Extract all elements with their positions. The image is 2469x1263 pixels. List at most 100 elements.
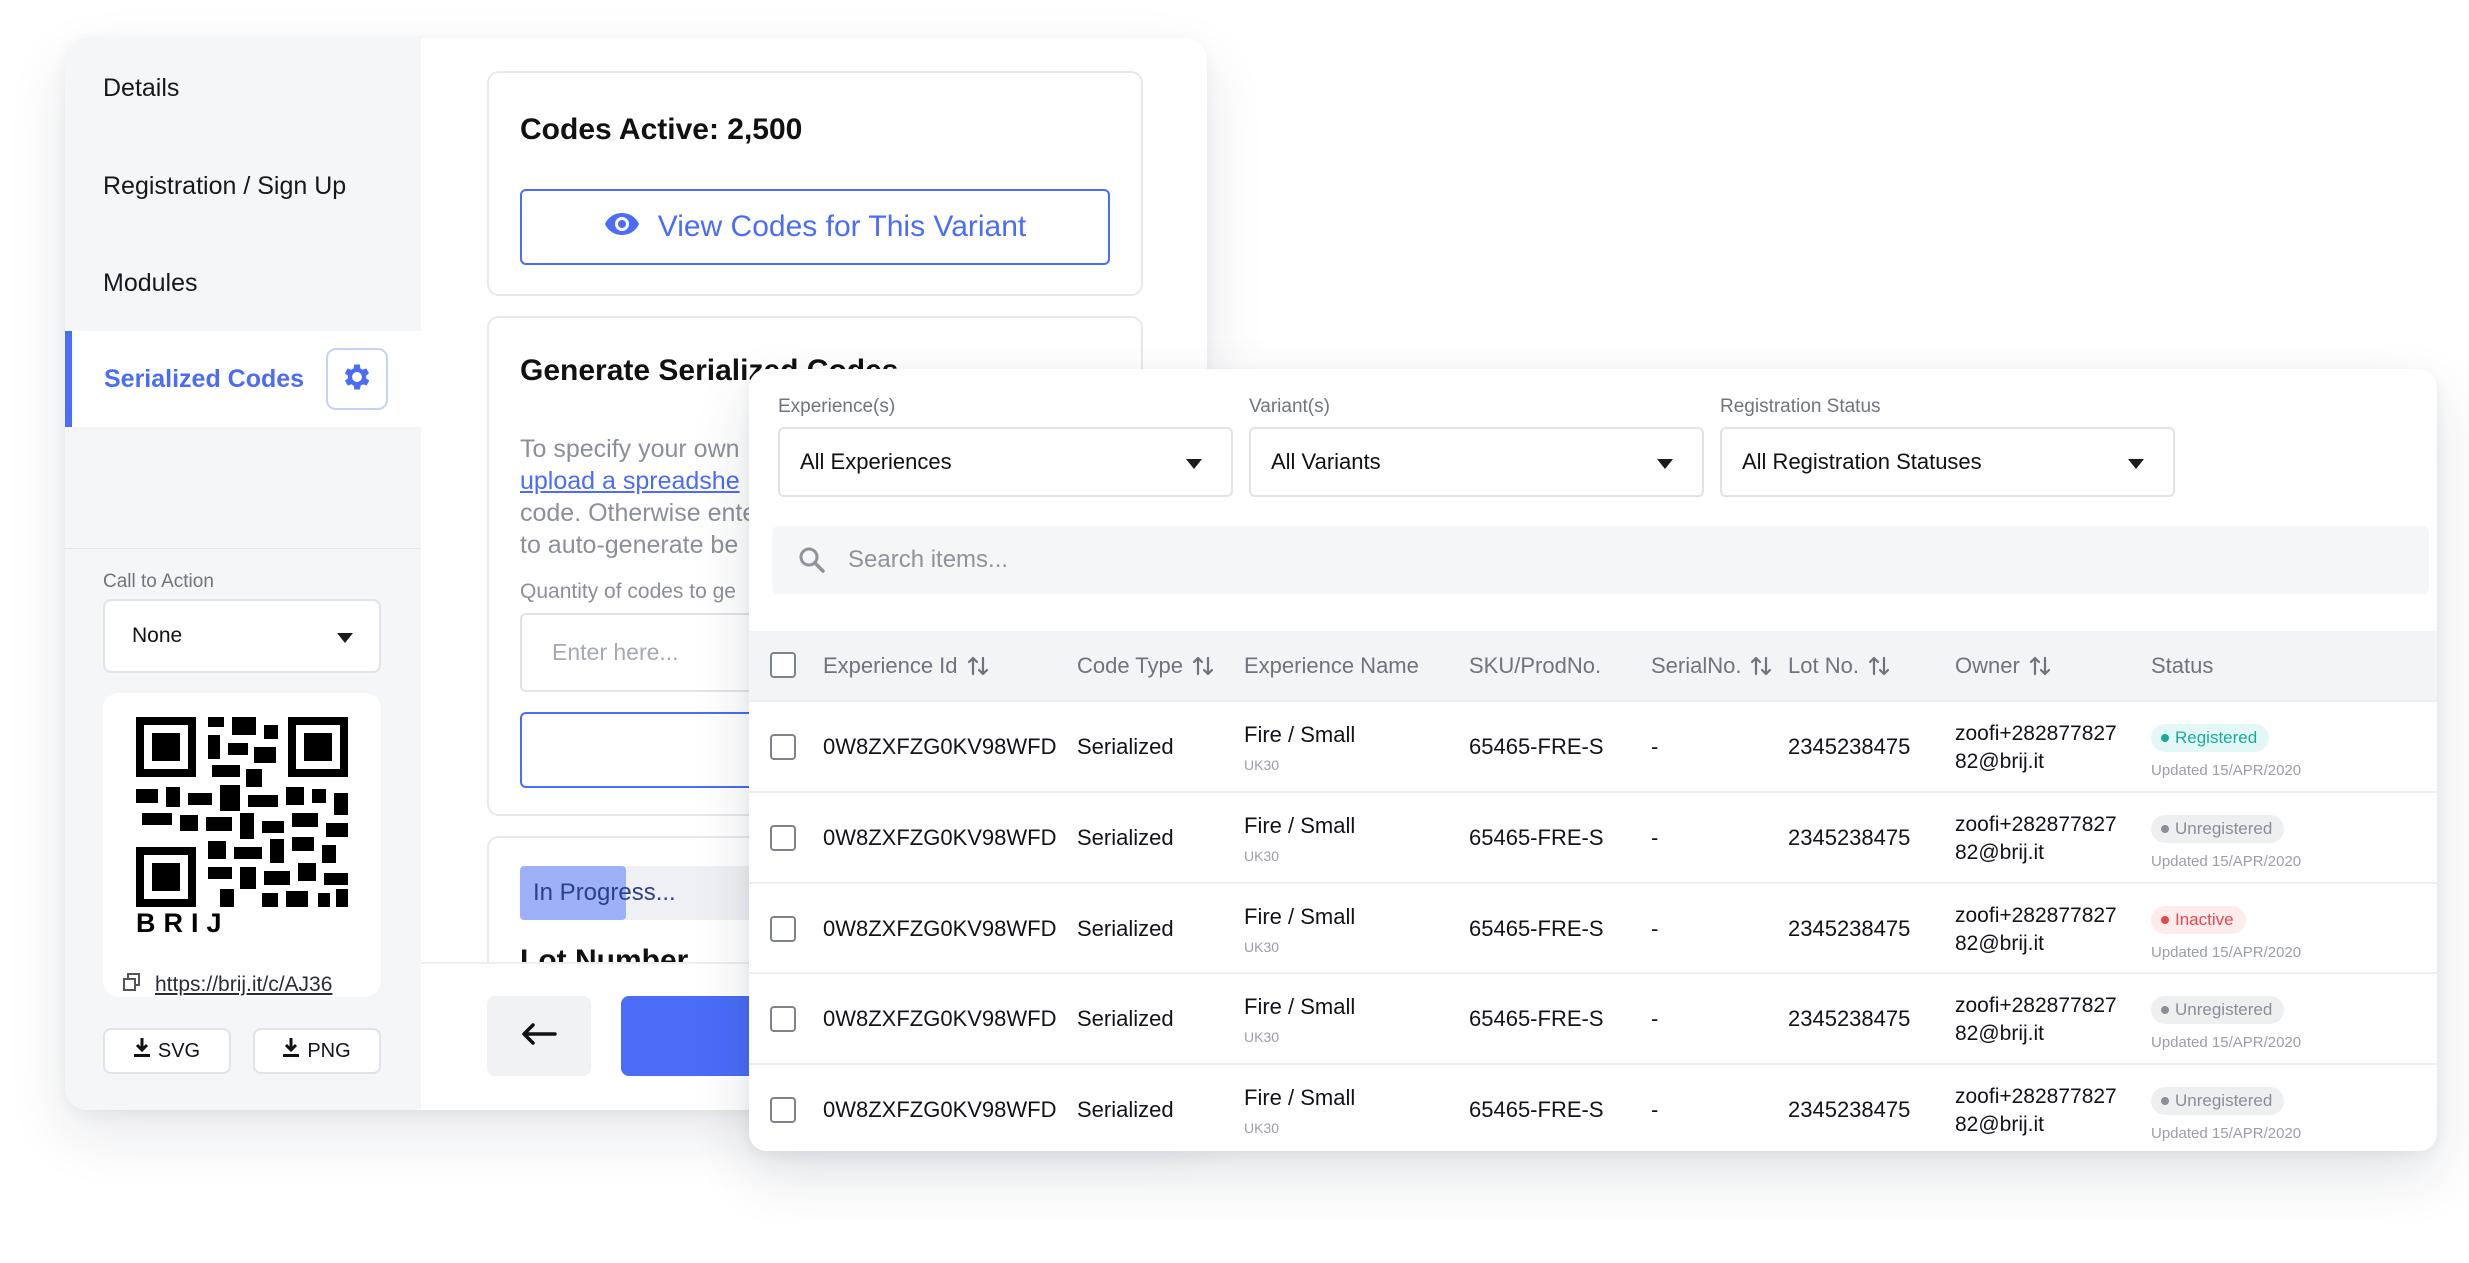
- serial-cell: -: [1651, 734, 1659, 759]
- status-updated-date: Updated 15/APR/2020: [2151, 762, 2302, 779]
- qr-code-card: BRIJ: [103, 693, 381, 997]
- sidebar-item-details[interactable]: Details: [65, 38, 421, 138]
- row-checkbox[interactable]: [770, 734, 796, 760]
- row-checkbox[interactable]: [770, 1006, 796, 1032]
- experience-name-cell: Fire / Small: [1244, 994, 1356, 1019]
- column-label: Experience Id: [823, 652, 958, 678]
- select-all-checkbox[interactable]: [770, 652, 796, 678]
- status-badge-label: Registered: [2175, 728, 2258, 747]
- chevron-down-icon: [1657, 459, 1673, 469]
- experience-filter-select[interactable]: All Experiences: [778, 427, 1233, 497]
- column-label: Code Type: [1077, 652, 1184, 678]
- sku-cell: 65465-FRE-S: [1469, 734, 1604, 759]
- owner-line: 82@brij.it: [1955, 841, 2045, 864]
- lot-cell: 2345238475: [1788, 916, 1911, 941]
- owner-cell: zoofi+282877827 82@brij.it: [1955, 720, 2117, 776]
- owner-line: zoofi+282877827: [1955, 1085, 2117, 1108]
- experience-variant-code: UK30: [1244, 757, 1280, 773]
- experience-variant-code: UK30: [1244, 1120, 1280, 1136]
- status-dot-icon: [2161, 734, 2169, 742]
- status-badge-label: Unregistered: [2175, 819, 2273, 838]
- column-lot-no[interactable]: Lot No.: [1788, 631, 1891, 700]
- column-owner[interactable]: Owner: [1955, 631, 2052, 700]
- row-checkbox[interactable]: [770, 825, 796, 851]
- copy-icon[interactable]: [123, 973, 141, 997]
- download-png-label: PNG: [307, 1039, 351, 1062]
- codes-active-title: Codes Active: 2,500: [520, 113, 803, 146]
- row-checkbox[interactable]: [770, 916, 796, 942]
- sidebar: Details Registration / Sign Up Modules S…: [65, 38, 421, 1110]
- cta-select[interactable]: None: [103, 599, 381, 673]
- owner-line: 82@brij.it: [1955, 932, 2045, 955]
- quantity-label: Quantity of codes to ge: [520, 580, 736, 603]
- upload-spreadsheet-link[interactable]: upload a spreadshe: [520, 467, 740, 495]
- codes-table-panel: Experience(s) All Experiences Variant(s)…: [749, 369, 2437, 1151]
- status-dot-icon: [2161, 1097, 2169, 1105]
- owner-line: zoofi+282877827: [1955, 813, 2117, 836]
- experience-filter-value: All Experiences: [800, 449, 952, 474]
- column-experience-id[interactable]: Experience Id: [823, 631, 990, 700]
- status-updated-date: Updated 15/APR/2020: [2151, 1125, 2302, 1142]
- sidebar-item-modules[interactable]: Modules: [65, 235, 421, 332]
- lot-cell: 2345238475: [1788, 825, 1911, 850]
- sidebar-item-registration[interactable]: Registration / Sign Up: [65, 138, 421, 235]
- table-header: Experience Id Code Type Experience Name …: [749, 631, 2437, 700]
- table-row[interactable]: 0W8ZXFZG0KV98WFD Serialized Fire / Small UK…: [749, 1063, 2437, 1151]
- sku-cell: 65465-FRE-S: [1469, 1006, 1604, 1031]
- download-svg-button[interactable]: SVG: [103, 1028, 231, 1074]
- download-svg-label: SVG: [157, 1039, 201, 1062]
- table-row[interactable]: 0W8ZXFZG0KV98WFD Serialized Fire / Small UK…: [749, 972, 2437, 1062]
- status-dot-icon: [2161, 916, 2169, 924]
- column-label: SerialNo.: [1651, 652, 1742, 678]
- search-placeholder: Search items...: [848, 546, 1009, 573]
- settings-button[interactable]: [326, 348, 388, 410]
- experience-name-cell: Fire / Small: [1244, 1085, 1356, 1110]
- search-icon: [798, 546, 826, 574]
- search-input[interactable]: Search items...: [772, 526, 2429, 594]
- column-experience-name: Experience Name: [1244, 631, 1419, 700]
- eye-icon: [604, 210, 640, 244]
- table-row[interactable]: 0W8ZXFZG0KV98WFD Serialized Fire / Small UK…: [749, 882, 2437, 972]
- back-button[interactable]: [487, 996, 591, 1076]
- experience-variant-code: UK30: [1244, 1029, 1280, 1045]
- code-type-cell: Serialized: [1077, 1006, 1174, 1031]
- experience-id-cell: 0W8ZXFZG0KV98WFD: [823, 734, 1057, 759]
- experience-id-cell: 0W8ZXFZG0KV98WFD: [823, 916, 1057, 941]
- column-status: Status: [2151, 631, 2213, 700]
- variant-filter-select[interactable]: All Variants: [1249, 427, 1704, 497]
- download-png-button[interactable]: PNG: [253, 1028, 381, 1074]
- qr-code-image: [136, 717, 348, 907]
- column-label: SKU/ProdNo.: [1469, 652, 1602, 678]
- row-checkbox[interactable]: [770, 1097, 796, 1123]
- chevron-down-icon: [337, 633, 353, 643]
- sku-cell: 65465-FRE-S: [1469, 1097, 1604, 1122]
- code-type-cell: Serialized: [1077, 1097, 1174, 1122]
- status-badge: Registered: [2151, 724, 2270, 752]
- column-serial-no[interactable]: SerialNo.: [1651, 631, 1773, 700]
- status-badge: Unregistered: [2151, 815, 2285, 843]
- codes-active-card: Codes Active: 2,500 View Codes for This …: [487, 71, 1143, 296]
- experience-name-cell: Fire / Small: [1244, 722, 1356, 747]
- sort-icon: [1867, 654, 1891, 678]
- serial-cell: -: [1651, 1097, 1659, 1122]
- view-codes-label: View Codes for This Variant: [657, 210, 1027, 243]
- table-row[interactable]: 0W8ZXFZG0KV98WFD Serialized Fire / Small UK…: [749, 791, 2437, 881]
- owner-cell: zoofi+282877827 82@brij.it: [1955, 811, 2117, 867]
- sort-icon: [2028, 654, 2052, 678]
- column-code-type[interactable]: Code Type: [1077, 631, 1215, 700]
- status-filter-label: Registration Status: [1720, 396, 1881, 417]
- table-row[interactable]: 0W8ZXFZG0KV98WFD Serialized Fire / Small UK…: [749, 700, 2437, 790]
- short-link[interactable]: https://brij.it/c/AJ36: [155, 973, 332, 997]
- qr-brand-word: BRIJ: [136, 908, 230, 938]
- status-badge-label: Unregistered: [2175, 1091, 2273, 1110]
- owner-line: 82@brij.it: [1955, 1113, 2045, 1136]
- owner-cell: zoofi+282877827 82@brij.it: [1955, 1083, 2117, 1139]
- lot-cell: 2345238475: [1788, 1006, 1911, 1031]
- view-codes-button[interactable]: View Codes for This Variant: [520, 189, 1110, 265]
- status-badge: Unregistered: [2151, 996, 2285, 1024]
- experience-id-cell: 0W8ZXFZG0KV98WFD: [823, 1006, 1057, 1031]
- owner-cell: zoofi+282877827 82@brij.it: [1955, 992, 2117, 1048]
- sidebar-divider: [65, 548, 421, 549]
- status-filter-select[interactable]: All Registration Statuses: [1720, 427, 2175, 497]
- serial-cell: -: [1651, 825, 1659, 850]
